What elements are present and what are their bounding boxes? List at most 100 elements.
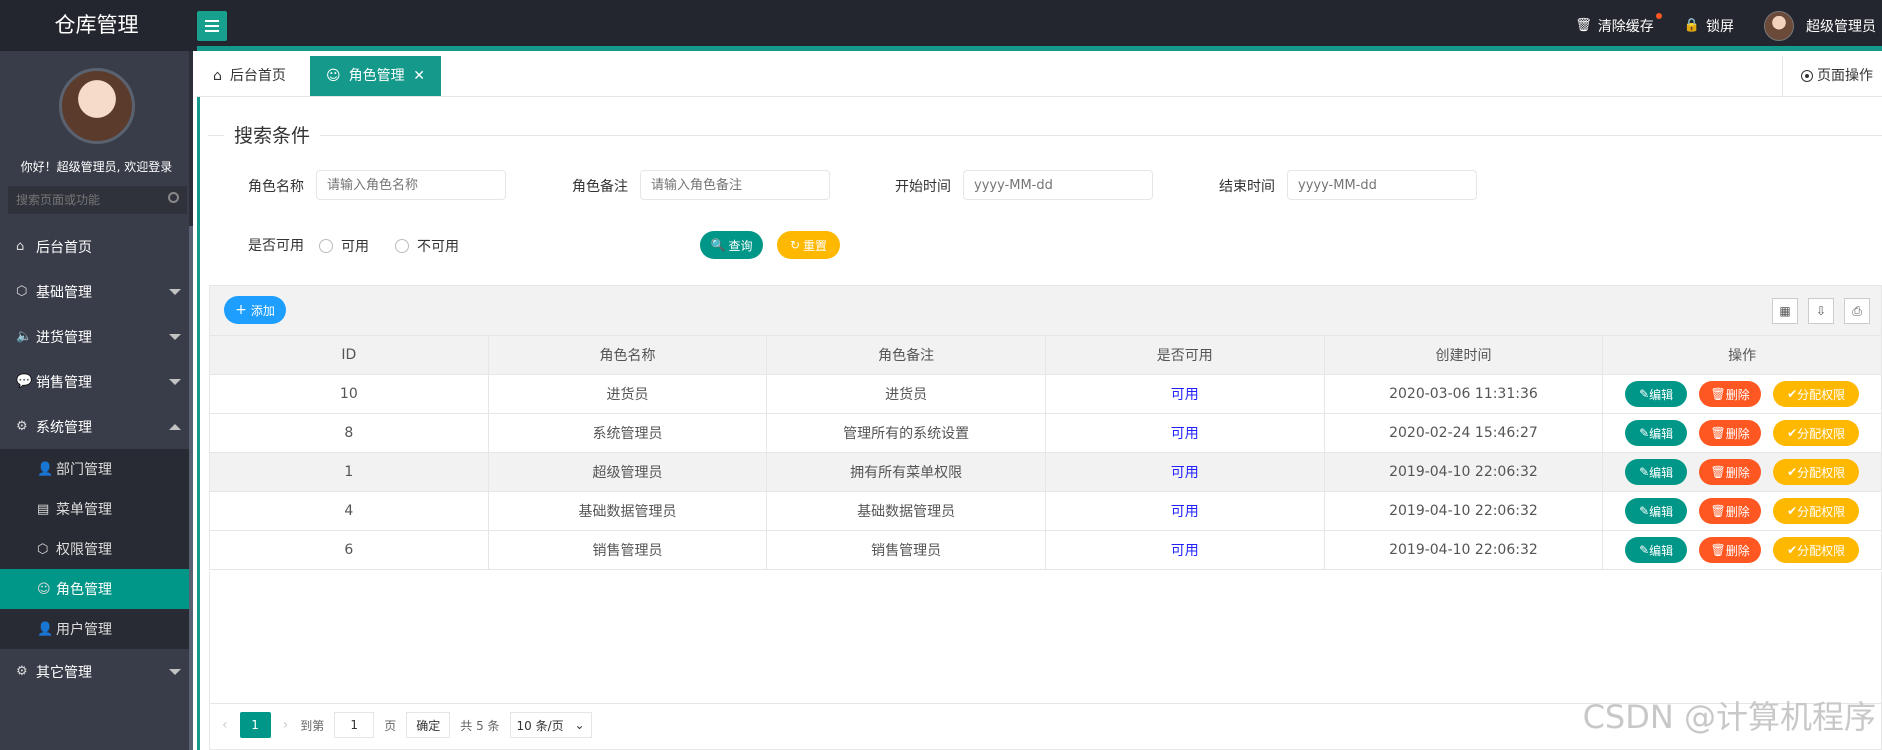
clear-cache-label: 清除缓存 xyxy=(1597,18,1654,35)
cell-remark: 基础数据管理员 xyxy=(766,491,1046,531)
table-row[interactable]: 1 超级管理员 拥有所有菜单权限 可用 2019-04-10 22:06:32 … xyxy=(209,452,1882,492)
delete-button[interactable]: 🗑 删除 xyxy=(1699,420,1762,446)
chevron-down-icon xyxy=(169,334,181,340)
check-shield-icon: ✔ xyxy=(1787,543,1798,557)
radio-unavailable[interactable]: 不可用 xyxy=(395,236,459,256)
add-button[interactable]: + 添加 xyxy=(224,296,286,324)
watermark: CSDN @计算机程序 xyxy=(1582,698,1876,736)
next-page-icon[interactable]: › xyxy=(283,717,289,733)
check-shield-icon: ✔ xyxy=(1787,387,1798,401)
columns-filter-icon[interactable]: ▦ xyxy=(1772,298,1798,324)
roles-table: ID 角色名称 角色备注 是否可用 创建时间 操作 10 进货员 进货员 可用 … xyxy=(209,335,1882,570)
menu-toggle-button[interactable] xyxy=(197,11,227,41)
edit-label: 编辑 xyxy=(1649,426,1674,441)
assign-permission-button[interactable]: ✔ 分配权限 xyxy=(1773,420,1860,446)
print-icon[interactable]: ⎙ xyxy=(1844,298,1870,324)
header-actions: 🗑 清除缓存 🔒 锁屏 超级管理员 xyxy=(1575,0,1882,51)
role-name-input[interactable] xyxy=(316,170,506,200)
sidebar-item-permission[interactable]: ⬡ 权限管理 xyxy=(0,529,193,569)
column-header[interactable]: 角色名称 xyxy=(487,335,768,375)
radio-available[interactable]: 可用 xyxy=(319,236,369,256)
table-row[interactable]: 10 进货员 进货员 可用 2020-03-06 11:31:36 ✎ 编辑 🗑 删… xyxy=(209,374,1882,414)
assign-label: 分配权限 xyxy=(1797,426,1846,441)
home-icon: ⌂ xyxy=(213,68,222,84)
reset-button[interactable]: ↻ 重置 xyxy=(777,231,840,259)
sidebar-item-sales[interactable]: 💬 销售管理 xyxy=(0,359,193,404)
assign-permission-button[interactable]: ✔ 分配权限 xyxy=(1773,498,1860,524)
column-header[interactable]: 创建时间 xyxy=(1323,335,1604,375)
cell-id: 6 xyxy=(209,530,489,570)
cell-ops: ✎ 编辑 🗑 删除 ✔ 分配权限 xyxy=(1602,374,1882,414)
page-current[interactable]: 1 xyxy=(239,712,271,738)
prev-page-icon[interactable]: ‹ xyxy=(222,717,228,733)
edit-button[interactable]: ✎ 编辑 xyxy=(1625,537,1688,563)
role-remark-input[interactable] xyxy=(640,170,830,200)
sidebar-item-home[interactable]: ⌂ 后台首页 xyxy=(0,224,193,269)
edit-button[interactable]: ✎ 编辑 xyxy=(1625,498,1688,524)
delete-button[interactable]: 🗑 删除 xyxy=(1699,459,1762,485)
top-header: 仓库管理 🗑 清除缓存 🔒 锁屏 超级管理员 xyxy=(0,0,1882,51)
delete-button[interactable]: 🗑 删除 xyxy=(1699,498,1762,524)
header-accent-bar xyxy=(197,46,1882,51)
sidebar-item-basic[interactable]: ⬡ 基础管理 xyxy=(0,269,193,314)
cell-ops: ✎ 编辑 🗑 删除 ✔ 分配权限 xyxy=(1602,491,1882,531)
delete-button[interactable]: 🗑 删除 xyxy=(1699,537,1762,563)
sidebar-item-menu[interactable]: ▤ 菜单管理 xyxy=(0,489,193,529)
start-time-input[interactable] xyxy=(963,170,1153,200)
edit-button[interactable]: ✎ 编辑 xyxy=(1625,381,1688,407)
trash-icon: 🗑 xyxy=(1710,504,1726,518)
page-operations-button[interactable]: 页面操作 xyxy=(1782,56,1882,96)
goto-confirm-button[interactable]: 确定 xyxy=(406,712,451,738)
cell-id: 4 xyxy=(209,491,489,531)
menu-list-icon: ▤ xyxy=(37,501,50,517)
assign-label: 分配权限 xyxy=(1797,465,1846,480)
delete-label: 删除 xyxy=(1725,426,1750,441)
assign-permission-button[interactable]: ✔ 分配权限 xyxy=(1773,459,1860,485)
user-menu[interactable]: 超级管理员 xyxy=(1764,10,1882,41)
cell-remark: 进货员 xyxy=(766,374,1046,414)
user-icon: 👤 xyxy=(37,621,54,637)
role-remark-label: 角色备注 xyxy=(572,179,628,195)
lock-screen-button[interactable]: 🔒 锁屏 xyxy=(1684,16,1734,36)
radio-label: 不可用 xyxy=(417,239,459,255)
goto-page-input[interactable]: 1 xyxy=(334,712,375,738)
column-header[interactable]: ID xyxy=(209,335,489,375)
sidebar-item-label: 进货管理 xyxy=(36,329,92,346)
trash-icon: 🗑 xyxy=(1710,465,1726,479)
sidebar-item-user[interactable]: 👤 用户管理 xyxy=(0,609,193,649)
delete-button[interactable]: 🗑 删除 xyxy=(1699,381,1762,407)
cell-ops: ✎ 编辑 🗑 删除 ✔ 分配权限 xyxy=(1602,413,1882,453)
end-time-input[interactable] xyxy=(1287,170,1477,200)
sidebar-item-system[interactable]: ⚙ 系统管理 xyxy=(0,404,193,449)
export-icon[interactable]: ⇩ xyxy=(1808,298,1834,324)
cell-remark: 销售管理员 xyxy=(766,530,1046,570)
sidebar-item-purchase[interactable]: 🔈 进货管理 xyxy=(0,314,193,359)
sidebar-avatar xyxy=(58,68,135,144)
sidebar-item-other[interactable]: ⚙ 其它管理 xyxy=(0,649,193,694)
search-icon[interactable] xyxy=(168,192,179,203)
column-header[interactable]: 角色备注 xyxy=(766,335,1046,375)
sidebar-item-role[interactable]: ☺ 角色管理 xyxy=(0,569,193,609)
tab-role-management[interactable]: ☺ 角色管理 ✕ xyxy=(310,56,441,96)
table-row[interactable]: 4 基础数据管理员 基础数据管理员 可用 2019-04-10 22:06:32… xyxy=(209,491,1882,531)
close-icon[interactable]: ✕ xyxy=(413,56,425,96)
column-header[interactable]: 是否可用 xyxy=(1044,335,1325,375)
table-header-row: ID 角色名称 角色备注 是否可用 创建时间 操作 xyxy=(209,335,1882,375)
clear-cache-button[interactable]: 🗑 清除缓存 xyxy=(1575,12,1662,36)
assign-permission-button[interactable]: ✔ 分配权限 xyxy=(1773,381,1860,407)
sidebar-item-dept[interactable]: 👤 部门管理 xyxy=(0,449,193,489)
add-label: 添加 xyxy=(250,303,275,318)
cube-icon: ⬡ xyxy=(37,541,49,557)
cell-name: 销售管理员 xyxy=(487,530,768,570)
sidebar-search-input[interactable] xyxy=(8,186,187,214)
table-row[interactable]: 6 销售管理员 销售管理员 可用 2019-04-10 22:06:32 ✎ 编辑… xyxy=(209,530,1882,570)
tab-home[interactable]: ⌂ 后台首页 xyxy=(197,56,311,96)
edit-button[interactable]: ✎ 编辑 xyxy=(1625,459,1688,485)
edit-button[interactable]: ✎ 编辑 xyxy=(1625,420,1688,446)
query-button[interactable]: 🔍 查询 xyxy=(700,231,763,259)
assign-permission-button[interactable]: ✔ 分配权限 xyxy=(1773,537,1860,563)
page-size-select[interactable]: 10 条/页 ⌄ xyxy=(509,712,592,738)
cell-created: 2020-02-24 15:46:27 xyxy=(1323,413,1604,453)
cell-created: 2019-04-10 22:06:32 xyxy=(1323,491,1604,531)
table-row[interactable]: 8 系统管理员 管理所有的系统设置 可用 2020-02-24 15:46:27… xyxy=(209,413,1882,453)
